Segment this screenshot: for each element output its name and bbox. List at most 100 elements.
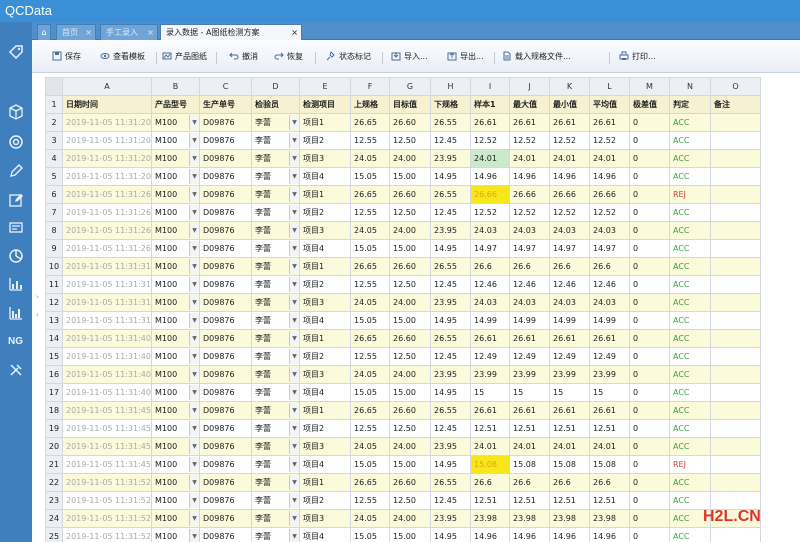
model-select[interactable]: M100 ▼: [151, 167, 200, 186]
judge-cell[interactable]: REJ: [669, 185, 711, 204]
usl-cell[interactable]: 24.05: [350, 221, 390, 240]
field-header[interactable]: 目标值: [389, 95, 431, 114]
sample-cell[interactable]: 26.61: [470, 113, 510, 132]
range-cell[interactable]: 0: [629, 149, 670, 168]
max-cell[interactable]: 26.61: [509, 329, 550, 348]
item-cell[interactable]: 项目1: [299, 257, 351, 276]
row-header[interactable]: 16: [45, 365, 63, 384]
lsl-cell[interactable]: 14.95: [430, 455, 471, 474]
target-cell[interactable]: 26.60: [389, 401, 431, 420]
target-cell[interactable]: 26.60: [389, 185, 431, 204]
lsl-cell[interactable]: 23.95: [430, 509, 471, 528]
note-cell[interactable]: [710, 527, 761, 542]
load-spec-button[interactable]: 载入规格文件...: [502, 51, 571, 65]
item-cell[interactable]: 项目4: [299, 239, 351, 258]
target-cell[interactable]: 24.00: [389, 293, 431, 312]
min-cell[interactable]: 26.61: [549, 329, 590, 348]
min-cell[interactable]: 26.61: [549, 113, 590, 132]
collapse-arrow-icon[interactable]: ›: [36, 293, 39, 301]
date-cell[interactable]: 2019-11-05 11:31:45: [62, 437, 152, 456]
max-cell[interactable]: 15.08: [509, 455, 550, 474]
field-header[interactable]: 样本1: [470, 95, 510, 114]
model-select[interactable]: M100 ▼: [151, 113, 200, 132]
target-cell[interactable]: 26.60: [389, 473, 431, 492]
min-cell[interactable]: 12.52: [549, 203, 590, 222]
judge-cell[interactable]: ACC: [669, 419, 711, 438]
max-cell[interactable]: 12.51: [509, 491, 550, 510]
inspector-select[interactable]: 李蕾 ▼: [251, 311, 300, 330]
chevron-down-icon[interactable]: ▼: [189, 331, 199, 346]
target-cell[interactable]: 12.50: [389, 419, 431, 438]
chevron-down-icon[interactable]: ▼: [189, 529, 199, 542]
order-cell[interactable]: D09876: [199, 401, 252, 420]
sample-cell[interactable]: 12.52: [470, 203, 510, 222]
model-select[interactable]: M100 ▼: [151, 455, 200, 474]
sample-cell[interactable]: 24.01: [470, 149, 510, 168]
min-cell[interactable]: 24.03: [549, 293, 590, 312]
judge-cell[interactable]: ACC: [669, 347, 711, 366]
chevron-down-icon[interactable]: ▼: [289, 151, 299, 166]
date-cell[interactable]: 2019-11-05 11:31:31: [62, 293, 152, 312]
judge-cell[interactable]: ACC: [669, 239, 711, 258]
avg-cell[interactable]: 24.03: [589, 221, 630, 240]
order-cell[interactable]: D09876: [199, 113, 252, 132]
item-cell[interactable]: 项目1: [299, 329, 351, 348]
min-cell[interactable]: 26.61: [549, 401, 590, 420]
pie-icon[interactable]: [8, 248, 24, 264]
max-cell[interactable]: 23.99: [509, 365, 550, 384]
lsl-cell[interactable]: 26.55: [430, 185, 471, 204]
column-header[interactable]: E: [299, 77, 351, 96]
note-cell[interactable]: [710, 401, 761, 420]
row-header[interactable]: 21: [45, 455, 63, 474]
inspector-select[interactable]: 李蕾 ▼: [251, 131, 300, 150]
max-cell[interactable]: 23.98: [509, 509, 550, 528]
max-cell[interactable]: 24.03: [509, 293, 550, 312]
chevron-down-icon[interactable]: ▼: [189, 403, 199, 418]
avg-cell[interactable]: 14.96: [589, 167, 630, 186]
range-cell[interactable]: 0: [629, 401, 670, 420]
range-cell[interactable]: 0: [629, 419, 670, 438]
avg-cell[interactable]: 14.97: [589, 239, 630, 258]
judge-cell[interactable]: ACC: [669, 527, 711, 542]
avg-cell[interactable]: 23.99: [589, 365, 630, 384]
usl-cell[interactable]: 12.55: [350, 131, 390, 150]
date-cell[interactable]: 2019-11-05 11:31:52: [62, 509, 152, 528]
avg-cell[interactable]: 14.99: [589, 311, 630, 330]
inspector-select[interactable]: 李蕾 ▼: [251, 185, 300, 204]
note-cell[interactable]: [710, 203, 761, 222]
avg-cell[interactable]: 26.6: [589, 473, 630, 492]
min-cell[interactable]: 24.01: [549, 437, 590, 456]
target-cell[interactable]: 12.50: [389, 203, 431, 222]
row-header[interactable]: 13: [45, 311, 63, 330]
usl-cell[interactable]: 24.05: [350, 293, 390, 312]
sample-cell[interactable]: 26.66: [470, 185, 510, 204]
sample-cell[interactable]: 14.96: [470, 167, 510, 186]
lsl-cell[interactable]: 26.55: [430, 257, 471, 276]
order-cell[interactable]: D09876: [199, 437, 252, 456]
usl-cell[interactable]: 12.55: [350, 491, 390, 510]
avg-cell[interactable]: 24.03: [589, 293, 630, 312]
note-cell[interactable]: [710, 311, 761, 330]
sample-cell[interactable]: 12.49: [470, 347, 510, 366]
note-cell[interactable]: [710, 419, 761, 438]
usl-cell[interactable]: 12.55: [350, 275, 390, 294]
judge-cell[interactable]: ACC: [669, 311, 711, 330]
item-cell[interactable]: 项目3: [299, 149, 351, 168]
item-cell[interactable]: 项目3: [299, 437, 351, 456]
chevron-down-icon[interactable]: ▼: [189, 259, 199, 274]
target-cell[interactable]: 15.00: [389, 455, 431, 474]
chevron-down-icon[interactable]: ▼: [189, 421, 199, 436]
usl-cell[interactable]: 26.65: [350, 113, 390, 132]
lsl-cell[interactable]: 23.95: [430, 437, 471, 456]
chevron-down-icon[interactable]: ▼: [189, 115, 199, 130]
chevron-down-icon[interactable]: ▼: [189, 475, 199, 490]
model-select[interactable]: M100 ▼: [151, 131, 200, 150]
sample-cell[interactable]: 14.96: [470, 527, 510, 542]
chevron-down-icon[interactable]: ▼: [289, 511, 299, 526]
chevron-down-icon[interactable]: ▼: [189, 151, 199, 166]
avg-cell[interactable]: 12.49: [589, 347, 630, 366]
avg-cell[interactable]: 15: [589, 383, 630, 402]
lsl-cell[interactable]: 23.95: [430, 149, 471, 168]
inspector-select[interactable]: 李蕾 ▼: [251, 275, 300, 294]
max-cell[interactable]: 12.49: [509, 347, 550, 366]
